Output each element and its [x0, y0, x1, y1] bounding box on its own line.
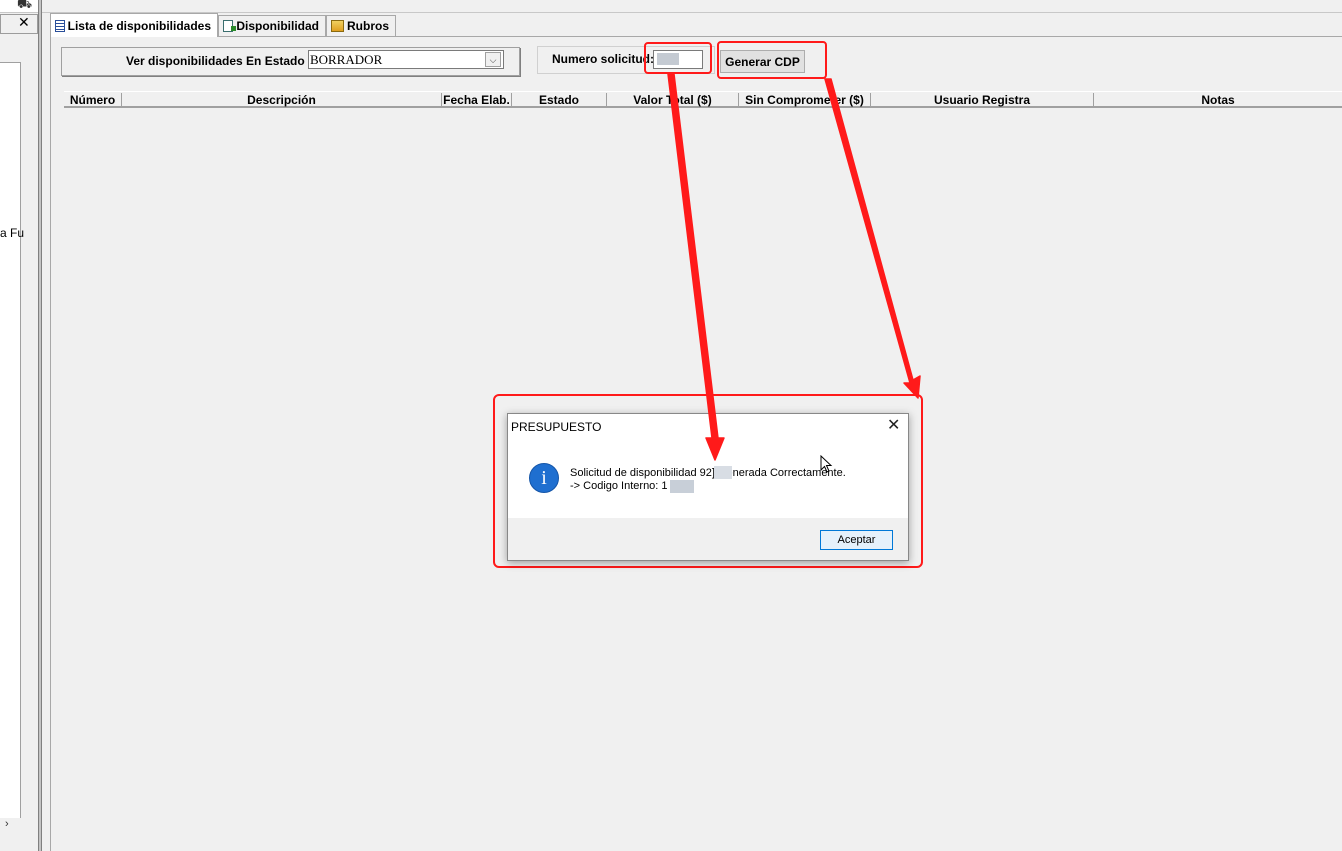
chevron-down-icon[interactable]: ⌵	[485, 52, 501, 67]
left-panel-content	[0, 62, 21, 818]
list-icon	[55, 19, 65, 32]
tab-label: Disponibilidad	[236, 19, 319, 33]
scroll-right-icon[interactable]: ›	[5, 818, 9, 830]
dialog-title: PRESUPUESTO	[511, 420, 602, 434]
column-header-sin-comprometer[interactable]: Sin Comprometer ($)	[739, 93, 871, 107]
folder-icon	[331, 20, 344, 32]
left-panel-item-label[interactable]: a Fu	[0, 226, 24, 240]
aceptar-button[interactable]: Aceptar	[820, 530, 893, 550]
tab-label: Rubros	[347, 19, 389, 33]
top-strip	[42, 0, 1342, 13]
tab-rubros[interactable]: Rubros	[326, 15, 396, 36]
redacted-value	[670, 480, 694, 493]
annotation-box-solicitud	[644, 42, 712, 74]
panel-splitter[interactable]	[38, 0, 42, 851]
info-icon: i	[529, 463, 559, 493]
column-header-numero[interactable]: Número	[64, 93, 122, 107]
column-header-descripcion[interactable]: Descripción	[122, 93, 442, 107]
column-header-valor-total[interactable]: Valor Total ($)	[607, 93, 739, 107]
dialog-body	[508, 440, 908, 518]
close-icon[interactable]: ✕	[18, 14, 30, 31]
tab-label: Lista de disponibilidades	[67, 18, 211, 33]
close-icon[interactable]: ✕	[887, 418, 900, 434]
column-header-usuario[interactable]: Usuario Registra	[871, 93, 1094, 107]
tab-disponibilidad[interactable]: Disponibilidad	[218, 15, 326, 36]
redacted-value	[714, 466, 732, 479]
column-header-fecha[interactable]: Fecha Elab.	[442, 93, 512, 107]
column-header-estado[interactable]: Estado	[512, 93, 607, 107]
dialog-message-line1: Solicitud de disponibilidad 92] Generada…	[570, 467, 846, 479]
mouse-cursor-icon	[820, 455, 833, 473]
estado-select-value: BORRADOR	[310, 52, 383, 67]
truck-icon[interactable]: ⛟	[17, 0, 32, 13]
annotation-box-generar	[717, 41, 827, 79]
tab-lista-disponibilidades[interactable]: Lista de disponibilidades	[50, 13, 218, 37]
estado-filter-label: Ver disponibilidades En Estado	[126, 54, 305, 68]
document-icon	[223, 20, 237, 32]
dialog-message-line2: -> Codigo Interno: 1	[570, 480, 668, 492]
column-header-notas[interactable]: Notas	[1094, 93, 1342, 107]
numero-solicitud-label: Numero solicitud:	[552, 52, 655, 66]
